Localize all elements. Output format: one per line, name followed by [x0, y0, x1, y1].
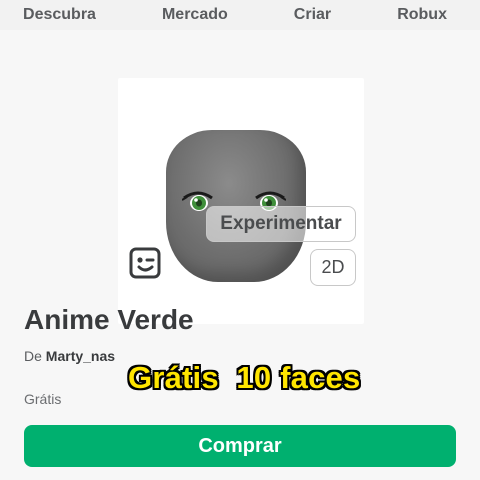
nav-descubra[interactable]: Descubra: [23, 6, 96, 24]
nav-robux[interactable]: Robux: [397, 6, 447, 24]
item-details-card: [0, 30, 480, 480]
view-2d-button[interactable]: 2D: [310, 249, 356, 286]
video-caption-overlay: Grátis 10 faces: [128, 360, 361, 395]
top-navigation: Descubra Mercado Criar Robux: [0, 0, 480, 30]
nav-criar[interactable]: Criar: [294, 6, 331, 24]
buy-button[interactable]: Comprar: [24, 425, 456, 467]
creator-link[interactable]: Marty_nas: [46, 348, 115, 364]
item-thumbnail: [118, 78, 364, 324]
face-icon: [129, 247, 161, 279]
creator-line: De Marty_nas: [24, 348, 115, 364]
item-title: Anime Verde: [24, 304, 194, 335]
item-price: Grátis: [24, 391, 62, 407]
creator-prefix: De: [24, 348, 42, 364]
try-on-button[interactable]: Experimentar: [206, 206, 356, 242]
nav-mercado[interactable]: Mercado: [162, 6, 228, 24]
